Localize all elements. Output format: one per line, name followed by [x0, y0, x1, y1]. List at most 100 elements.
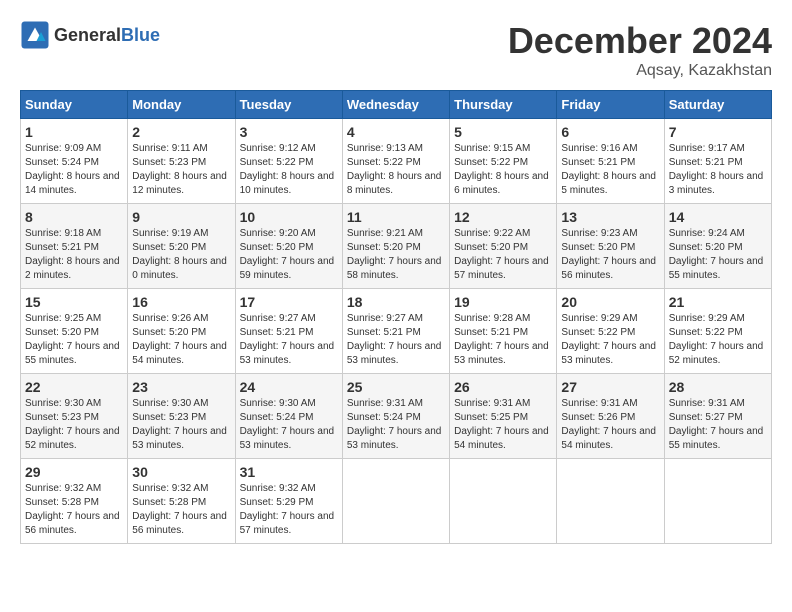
day-number: 30 [132, 464, 230, 480]
calendar-cell: 28 Sunrise: 9:31 AMSunset: 5:27 PMDayligh… [664, 374, 771, 459]
day-number: 28 [669, 379, 767, 395]
cell-content: Sunrise: 9:29 AMSunset: 5:22 PMDaylight:… [669, 312, 767, 368]
calendar-cell: 4Sunrise: 9:13 AMSunset: 5:22 PMDaylight… [342, 119, 449, 204]
calendar-cell [450, 459, 557, 544]
day-number: 19 [454, 294, 552, 310]
calendar-cell: 3 Sunrise: 9:12 AMSunset: 5:22 PMDaylight… [235, 119, 342, 204]
cell-content: Sunrise: 9:12 AMSunset: 5:22 PMDaylight:… [240, 142, 338, 198]
weekday-header-tuesday: Tuesday [235, 91, 342, 119]
cell-content: Sunrise: 9:26 AMSunset: 5:20 PMDaylight:… [132, 312, 230, 368]
cell-content: Sunrise: 9:20 AMSunset: 5:20 PMDaylight:… [240, 227, 338, 283]
cell-content: Sunrise: 9:09 AMSunset: 5:24 PMDaylight:… [25, 142, 123, 198]
day-number: 18 [347, 294, 445, 310]
calendar-table: SundayMondayTuesdayWednesdayThursdayFrid… [20, 90, 772, 544]
day-number: 13 [561, 209, 659, 225]
day-number: 15 [25, 294, 123, 310]
day-number: 5 [454, 124, 552, 140]
day-number: 21 [669, 294, 767, 310]
calendar-cell: 18 Sunrise: 9:27 AMSunset: 5:21 PMDayligh… [342, 289, 449, 374]
calendar-cell: 30Sunrise: 9:32 AMSunset: 5:28 PMDayligh… [128, 459, 235, 544]
logo-icon [20, 20, 50, 50]
cell-content: Sunrise: 9:19 AMSunset: 5:20 PMDaylight:… [132, 227, 230, 283]
day-number: 12 [454, 209, 552, 225]
day-number: 23 [132, 379, 230, 395]
day-number: 17 [240, 294, 338, 310]
cell-content: Sunrise: 9:24 AMSunset: 5:20 PMDaylight:… [669, 227, 767, 283]
calendar-cell [664, 459, 771, 544]
day-number: 22 [25, 379, 123, 395]
calendar-cell: 16 Sunrise: 9:26 AMSunset: 5:20 PMDayligh… [128, 289, 235, 374]
day-number: 24 [240, 379, 338, 395]
cell-content: Sunrise: 9:23 AMSunset: 5:20 PMDaylight:… [561, 227, 659, 283]
cell-content: Sunrise: 9:31 AMSunset: 5:26 PMDaylight:… [561, 397, 659, 453]
calendar-cell: 14 Sunrise: 9:24 AMSunset: 5:20 PMDayligh… [664, 204, 771, 289]
calendar-cell: 8 Sunrise: 9:18 AMSunset: 5:21 PMDaylight… [21, 204, 128, 289]
cell-content: Sunrise: 9:11 AMSunset: 5:23 PMDaylight:… [132, 142, 230, 198]
cell-content: Sunrise: 9:15 AMSunset: 5:22 PMDaylight:… [454, 142, 552, 198]
cell-content: Sunrise: 9:21 AMSunset: 5:20 PMDaylight:… [347, 227, 445, 283]
cell-content: Sunrise: 9:31 AMSunset: 5:27 PMDaylight:… [669, 397, 767, 453]
weekday-header-saturday: Saturday [664, 91, 771, 119]
day-number: 26 [454, 379, 552, 395]
cell-content: Sunrise: 9:25 AMSunset: 5:20 PMDaylight:… [25, 312, 123, 368]
cell-content: Sunrise: 9:32 AMSunset: 5:28 PMDaylight:… [25, 482, 123, 538]
cell-content: Sunrise: 9:30 AMSunset: 5:24 PMDaylight:… [240, 397, 338, 453]
calendar-cell [557, 459, 664, 544]
day-number: 27 [561, 379, 659, 395]
calendar-cell: 12Sunrise: 9:22 AMSunset: 5:20 PMDayligh… [450, 204, 557, 289]
calendar-week-row: 15 Sunrise: 9:25 AMSunset: 5:20 PMDayligh… [21, 289, 772, 374]
cell-content: Sunrise: 9:31 AMSunset: 5:24 PMDaylight:… [347, 397, 445, 453]
day-number: 10 [240, 209, 338, 225]
calendar-cell: 29 Sunrise: 9:32 AMSunset: 5:28 PMDayligh… [21, 459, 128, 544]
calendar-cell: 25 Sunrise: 9:31 AMSunset: 5:24 PMDayligh… [342, 374, 449, 459]
day-number: 3 [240, 124, 338, 140]
weekday-header-wednesday: Wednesday [342, 91, 449, 119]
cell-content: Sunrise: 9:32 AMSunset: 5:29 PMDaylight:… [240, 482, 338, 538]
cell-content: Sunrise: 9:16 AMSunset: 5:21 PMDaylight:… [561, 142, 659, 198]
calendar-cell: 10 Sunrise: 9:20 AMSunset: 5:20 PMDayligh… [235, 204, 342, 289]
cell-content: Sunrise: 9:13 AMSunset: 5:22 PMDaylight:… [347, 142, 445, 198]
day-number: 29 [25, 464, 123, 480]
day-number: 11 [347, 209, 445, 225]
weekday-header-sunday: Sunday [21, 91, 128, 119]
cell-content: Sunrise: 9:27 AMSunset: 5:21 PMDaylight:… [347, 312, 445, 368]
calendar-cell: 19Sunrise: 9:28 AMSunset: 5:21 PMDayligh… [450, 289, 557, 374]
calendar-week-row: 22 Sunrise: 9:30 AMSunset: 5:23 PMDayligh… [21, 374, 772, 459]
logo-text-general: General [54, 25, 121, 45]
day-number: 25 [347, 379, 445, 395]
calendar-cell: 20Sunrise: 9:29 AMSunset: 5:22 PMDayligh… [557, 289, 664, 374]
page-header: GeneralBlue December 2024 Aqsay, Kazakhs… [20, 20, 772, 80]
cell-content: Sunrise: 9:30 AMSunset: 5:23 PMDaylight:… [132, 397, 230, 453]
calendar-cell: 21 Sunrise: 9:29 AMSunset: 5:22 PMDayligh… [664, 289, 771, 374]
day-number: 7 [669, 124, 767, 140]
calendar-cell: 2Sunrise: 9:11 AMSunset: 5:23 PMDaylight… [128, 119, 235, 204]
calendar-cell: 26 Sunrise: 9:31 AMSunset: 5:25 PMDayligh… [450, 374, 557, 459]
day-number: 1 [25, 124, 123, 140]
calendar-week-row: 29 Sunrise: 9:32 AMSunset: 5:28 PMDayligh… [21, 459, 772, 544]
calendar-cell: 13 Sunrise: 9:23 AMSunset: 5:20 PMDayligh… [557, 204, 664, 289]
location-subtitle: Aqsay, Kazakhstan [508, 62, 772, 80]
month-year-title: December 2024 [508, 20, 772, 62]
calendar-cell [342, 459, 449, 544]
cell-content: Sunrise: 9:27 AMSunset: 5:21 PMDaylight:… [240, 312, 338, 368]
cell-content: Sunrise: 9:29 AMSunset: 5:22 PMDaylight:… [561, 312, 659, 368]
calendar-cell: 24 Sunrise: 9:30 AMSunset: 5:24 PMDayligh… [235, 374, 342, 459]
calendar-cell: 5 Sunrise: 9:15 AMSunset: 5:22 PMDaylight… [450, 119, 557, 204]
day-number: 14 [669, 209, 767, 225]
calendar-cell: 7 Sunrise: 9:17 AMSunset: 5:21 PMDaylight… [664, 119, 771, 204]
calendar-cell: 6Sunrise: 9:16 AMSunset: 5:21 PMDaylight… [557, 119, 664, 204]
calendar-cell: 22Sunrise: 9:30 AMSunset: 5:23 PMDayligh… [21, 374, 128, 459]
calendar-week-row: 8 Sunrise: 9:18 AMSunset: 5:21 PMDaylight… [21, 204, 772, 289]
calendar-cell: 23 Sunrise: 9:30 AMSunset: 5:23 PMDayligh… [128, 374, 235, 459]
calendar-cell: 31Sunrise: 9:32 AMSunset: 5:29 PMDayligh… [235, 459, 342, 544]
logo: GeneralBlue [20, 20, 160, 50]
calendar-cell: 17 Sunrise: 9:27 AMSunset: 5:21 PMDayligh… [235, 289, 342, 374]
day-number: 8 [25, 209, 123, 225]
cell-content: Sunrise: 9:17 AMSunset: 5:21 PMDaylight:… [669, 142, 767, 198]
weekday-header-friday: Friday [557, 91, 664, 119]
cell-content: Sunrise: 9:18 AMSunset: 5:21 PMDaylight:… [25, 227, 123, 283]
calendar-header-row: SundayMondayTuesdayWednesdayThursdayFrid… [21, 91, 772, 119]
day-number: 16 [132, 294, 230, 310]
weekday-header-thursday: Thursday [450, 91, 557, 119]
cell-content: Sunrise: 9:31 AMSunset: 5:25 PMDaylight:… [454, 397, 552, 453]
